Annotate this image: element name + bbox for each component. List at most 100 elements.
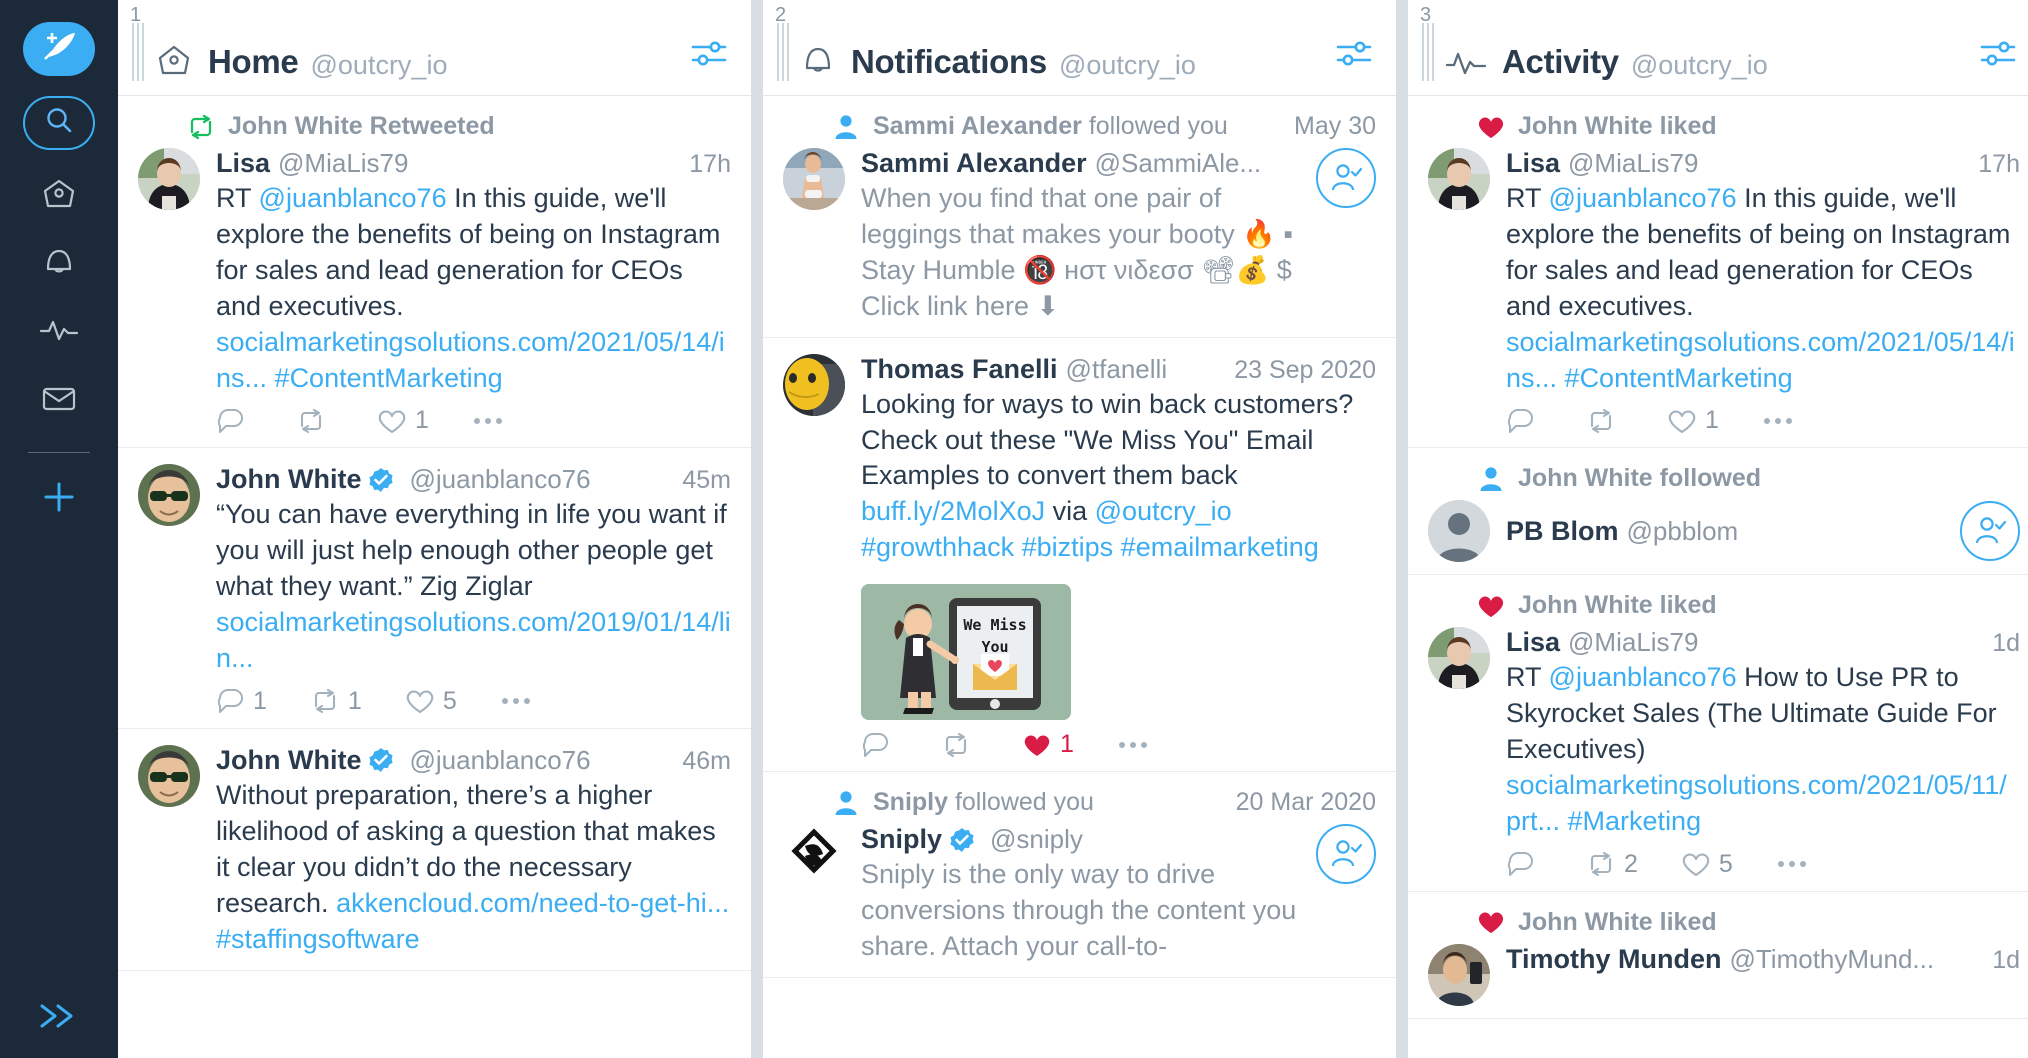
- tweet-link[interactable]: socialmarketingsolutions.com/2019/01/14/…: [216, 607, 731, 673]
- column-drag-handle[interactable]: [1422, 23, 1436, 81]
- more-dots-icon[interactable]: [1761, 415, 1795, 427]
- column-drag-handle[interactable]: [132, 23, 146, 81]
- column-feed[interactable]: John White Retweeted Lisa @MiaLis79 17h …: [118, 96, 751, 1058]
- tweet-handle[interactable]: @juanblanco76: [409, 464, 590, 495]
- profile-display-name[interactable]: Sammi Alexander: [861, 148, 1087, 179]
- tweet-handle[interactable]: @TimothyMund...: [1730, 944, 1935, 975]
- like-button[interactable]: 1: [376, 406, 429, 435]
- profile-handle[interactable]: @sniply: [990, 824, 1083, 855]
- tweet-item[interactable]: John White Retweeted Lisa @MiaLis79 17h …: [118, 96, 751, 449]
- avatar[interactable]: [1428, 943, 1490, 1006]
- notification-follow-item[interactable]: Sammi Alexander followed you May 30 Samm…: [763, 96, 1396, 338]
- nav-activity[interactable]: [24, 304, 94, 360]
- avatar[interactable]: [783, 148, 845, 210]
- tweet-handle[interactable]: @MiaLis79: [278, 148, 408, 179]
- tweet-link[interactable]: @juanblanco76: [1549, 662, 1737, 692]
- tweet-link[interactable]: #growthhack: [861, 532, 1014, 562]
- tweet-link[interactable]: @juanblanco76: [1549, 183, 1737, 213]
- activity-item[interactable]: John White liked: [1408, 892, 2028, 1019]
- tweet-item[interactable]: John White @juanblanco76 45m “You can ha…: [118, 448, 751, 729]
- nav-home[interactable]: [24, 168, 94, 224]
- tweet-link[interactable]: #emailmarketing: [1121, 532, 1319, 562]
- tweet-text: “You can have everything in life you wan…: [216, 499, 731, 674]
- activity-follow-item[interactable]: John White followed PB Blom @pbblom: [1408, 448, 2028, 576]
- nav-add-column[interactable]: [24, 471, 94, 527]
- tweet-link[interactable]: @juanblanco76: [259, 183, 447, 213]
- activity-item[interactable]: John White liked: [1408, 96, 2028, 449]
- avatar[interactable]: [138, 148, 200, 210]
- column-feed[interactable]: John White liked Lisa @MiaLis79 17h RT @…: [1408, 96, 2028, 1058]
- tweet-time: 1d: [1992, 629, 2020, 658]
- tweet-item[interactable]: Thomas Fanelli @tfanelli 23 Sep 2020 Loo…: [763, 338, 1396, 773]
- profile-handle[interactable]: @pbblom: [1627, 516, 1739, 547]
- avatar[interactable]: [1428, 500, 1490, 563]
- like-button[interactable]: 5: [404, 687, 457, 716]
- tweet-handle[interactable]: @tfanelli: [1066, 354, 1168, 385]
- avatar[interactable]: [1428, 148, 1490, 210]
- more-dots-icon[interactable]: [471, 415, 505, 427]
- more-dots-icon[interactable]: [499, 695, 533, 707]
- compose-button[interactable]: [23, 22, 95, 76]
- tweet-link[interactable]: #ContentMarketing: [1565, 363, 1793, 393]
- avatar[interactable]: [783, 824, 845, 887]
- notification-follow-item[interactable]: Sniply followed you 20 Mar 2020 Sniply @…: [763, 772, 1396, 978]
- reply-button[interactable]: [216, 407, 253, 435]
- we-miss-you-image[interactable]: We Miss You: [861, 584, 1071, 721]
- retweet-button[interactable]: [1585, 408, 1624, 434]
- tweet-link[interactable]: akkencloud.com/need-to-get-hi...: [336, 888, 729, 918]
- tweet-handle[interactable]: @juanblanco76: [409, 745, 590, 776]
- sliders-icon[interactable]: [1978, 36, 2018, 81]
- tweet-display-name[interactable]: Timothy Munden: [1506, 944, 1722, 975]
- column-drag-handle[interactable]: [777, 23, 791, 81]
- tweetdeck-app: 1 Home @outcry_io John White Retweeted L…: [0, 0, 2028, 1058]
- avatar[interactable]: [1428, 627, 1490, 690]
- nav-notifications[interactable]: [24, 236, 94, 292]
- tweet-link[interactable]: @outcry_io: [1095, 496, 1232, 526]
- tweet-link[interactable]: #ContentMarketing: [275, 363, 503, 393]
- tweet-link[interactable]: buff.ly/2MolXoJ: [861, 496, 1045, 526]
- sliders-icon[interactable]: [1334, 36, 1374, 81]
- sliders-icon[interactable]: [689, 36, 729, 81]
- tweet-display-name[interactable]: Lisa: [216, 148, 270, 179]
- more-dots-icon[interactable]: [1775, 858, 1809, 870]
- tweet-handle[interactable]: @MiaLis79: [1568, 627, 1698, 658]
- follow-user-icon[interactable]: [1316, 824, 1376, 885]
- retweet-button[interactable]: 2: [1585, 850, 1638, 879]
- retweet-button[interactable]: 1: [309, 687, 362, 716]
- search-button[interactable]: [23, 96, 95, 150]
- tweet-handle[interactable]: @MiaLis79: [1568, 148, 1698, 179]
- tweet-link[interactable]: #staffingsoftware: [216, 924, 420, 954]
- tweet-display-name[interactable]: John White: [216, 745, 361, 776]
- activity-item[interactable]: John White liked: [1408, 575, 2028, 892]
- retweet-button[interactable]: [295, 408, 334, 434]
- tweet-link[interactable]: #Marketing: [1568, 806, 1702, 836]
- avatar[interactable]: [783, 353, 845, 416]
- like-button[interactable]: 5: [1680, 850, 1733, 879]
- reply-button[interactable]: [1506, 850, 1543, 878]
- retweet-button[interactable]: [940, 732, 979, 758]
- follow-user-icon[interactable]: [1960, 501, 2020, 562]
- reply-button[interactable]: [1506, 407, 1543, 435]
- profile-display-name[interactable]: Sniply: [861, 824, 942, 855]
- column-feed[interactable]: Sammi Alexander followed you May 30 Samm…: [763, 96, 1396, 1058]
- tweet-display-name[interactable]: Lisa: [1506, 148, 1560, 179]
- reply-button[interactable]: 1: [216, 687, 267, 716]
- tweet-text: RT @juanblanco76 In this guide, we'll ex…: [1506, 183, 2015, 393]
- follow-user-icon[interactable]: [1316, 148, 1376, 208]
- reply-button[interactable]: [861, 731, 898, 759]
- column-header: Activity @outcry_io: [1408, 0, 2028, 96]
- more-dots-icon[interactable]: [1116, 739, 1150, 751]
- like-button[interactable]: 1: [1666, 406, 1719, 435]
- tweet-link[interactable]: #biztips: [1022, 532, 1114, 562]
- avatar[interactable]: [138, 464, 200, 527]
- expand-sidebar-button[interactable]: [0, 1001, 118, 1036]
- tweet-display-name[interactable]: Lisa: [1506, 627, 1560, 658]
- tweet-display-name[interactable]: Thomas Fanelli: [861, 354, 1058, 385]
- avatar[interactable]: [138, 744, 200, 807]
- nav-messages[interactable]: [24, 372, 94, 428]
- tweet-display-name[interactable]: John White: [216, 464, 361, 495]
- profile-display-name[interactable]: PB Blom: [1506, 516, 1619, 547]
- profile-handle[interactable]: @SammiAle...: [1095, 148, 1262, 179]
- tweet-item[interactable]: John White @juanblanco76 46m Without pre…: [118, 729, 751, 971]
- like-button[interactable]: 1: [1021, 730, 1074, 759]
